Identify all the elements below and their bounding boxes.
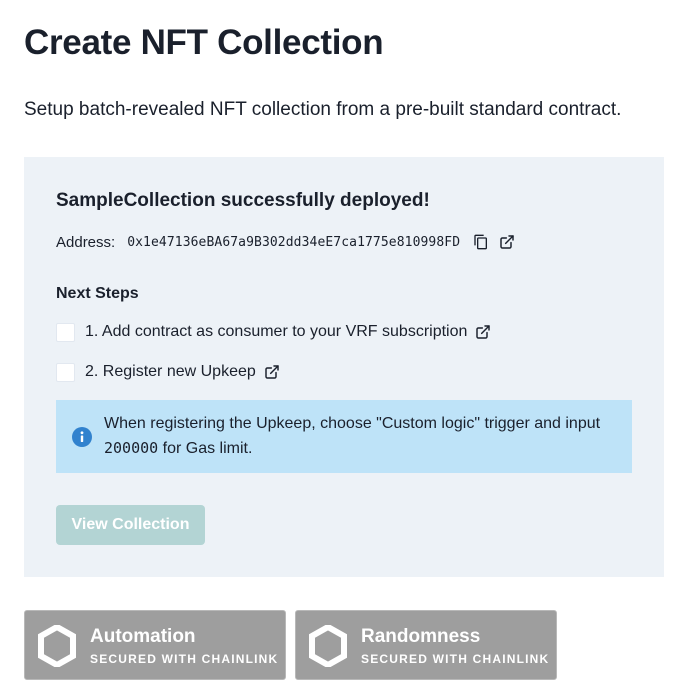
chainlink-randomness-badge[interactable]: Randomness SECURED WITH CHAINLINK: [295, 610, 557, 680]
external-link-icon[interactable]: [264, 364, 280, 380]
step-label: 1. Add contract as consumer to your VRF …: [85, 323, 468, 340]
page-subtitle: Setup batch-revealed NFT collection from…: [24, 99, 622, 120]
create-nft-collection-page: Create NFT Collection Setup batch-reveal…: [0, 0, 694, 698]
info-text-after: for Gas limit.: [158, 440, 253, 457]
address-row: Address: 0x1e47136eBA67a9B302dd34eE7ca17…: [56, 231, 524, 253]
badge-title: Automation: [90, 626, 196, 647]
address-label: Address:: [56, 233, 116, 251]
step-label: 2. Register new Upkeep: [85, 363, 256, 380]
info-icon: [72, 427, 92, 447]
badge-subtitle: SECURED WITH CHAINLINK: [90, 652, 279, 666]
gas-limit-value: 200000: [104, 439, 159, 457]
deployment-panel: SampleCollection successfully deployed! …: [24, 157, 664, 577]
page-title: Create NFT Collection: [24, 23, 384, 62]
chainlink-hexagon-logo: [38, 625, 76, 667]
chainlink-hexagon-logo: [309, 625, 347, 667]
step-item-add-consumer: 1. Add contract as consumer to your VRF …: [56, 321, 491, 343]
badge-subtitle: SECURED WITH CHAINLINK: [361, 652, 550, 666]
chainlink-automation-badge[interactable]: Automation SECURED WITH CHAINLINK: [24, 610, 286, 680]
copy-icon[interactable]: [472, 233, 490, 251]
badge-title: Randomness: [361, 626, 481, 647]
gas-limit-info-alert: When registering the Upkeep, choose "Cus…: [56, 400, 632, 473]
contract-address: 0x1e47136eBA67a9B302dd34eE7ca1775e810998…: [127, 234, 461, 250]
external-link-icon[interactable]: [475, 324, 491, 340]
step-item-register-upkeep: 2. Register new Upkeep: [56, 361, 280, 383]
info-text-before: When registering the Upkeep, choose "Cus…: [104, 415, 601, 432]
step-checkbox[interactable]: [56, 362, 75, 382]
view-collection-button[interactable]: View Collection: [56, 505, 205, 545]
deploy-success-message: SampleCollection successfully deployed!: [56, 190, 430, 211]
info-message: When registering the Upkeep, choose "Cus…: [104, 412, 624, 461]
external-link-icon[interactable]: [498, 233, 516, 251]
step-checkbox[interactable]: [56, 322, 75, 342]
next-steps-heading: Next Steps: [56, 285, 139, 302]
